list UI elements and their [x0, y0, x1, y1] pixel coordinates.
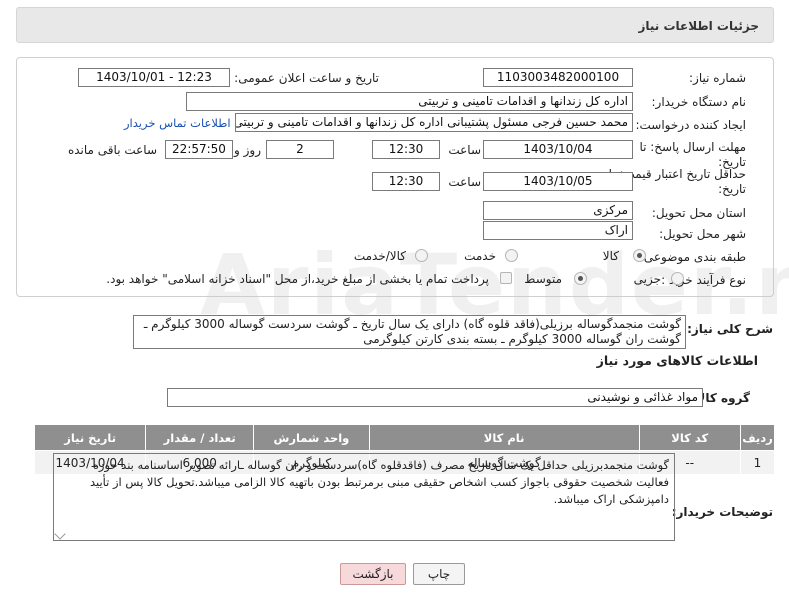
province-label: استان محل تحویل:: [651, 206, 746, 220]
col-need-date: تاریخ نیاز: [33, 424, 147, 451]
category-option-goods: کالا: [602, 249, 619, 263]
validity-time-field[interactable]: 12:30: [372, 172, 440, 191]
time-remaining-label: ساعت باقی مانده: [67, 143, 157, 157]
category-option-goods-service: کالا/خدمت: [353, 249, 406, 263]
col-code: کد کالا: [638, 424, 741, 451]
page-header: جزئیات اطلاعات نیاز: [16, 7, 774, 43]
time-remaining-field[interactable]: 22:57:50: [165, 140, 233, 159]
col-unit: واحد شمارش: [253, 424, 370, 451]
summary-line-2: گوشت ران گوساله 3000 کیلوگرم ـ بسته بندی…: [363, 332, 681, 346]
summary-textbox[interactable]: گوشت منجمدگوساله برزیلی(فاقد قلوه گاه) د…: [133, 315, 686, 349]
col-quantity: تعداد / مقدار: [145, 424, 255, 451]
summary-line-1: گوشت منجمدگوساله برزیلی(فاقد قلوه گاه) د…: [143, 317, 681, 331]
days-label: روز و: [234, 143, 261, 157]
category-radio-service[interactable]: [505, 249, 518, 262]
buyer-notes-label: توضیحات خریدار:: [671, 505, 773, 519]
category-radio-goods[interactable]: [633, 249, 646, 262]
buyer-notes-line-1: گوشت منجمدبرزیلی حداقل یک سال تاریخ مصرف…: [92, 458, 669, 472]
buyer-notes-textbox[interactable]: گوشت منجمدبرزیلی حداقل یک سال تاریخ مصرف…: [53, 453, 675, 541]
cell-row: 1: [739, 450, 776, 475]
city-label: شهر محل تحویل:: [659, 227, 746, 241]
need-number-field[interactable]: 1103003482000100: [483, 68, 633, 87]
print-button[interactable]: چاپ: [413, 563, 465, 585]
deadline-label: مهلت ارسال پاسخ: تا: [639, 140, 746, 154]
creator-label: ایجاد کننده درخواست:: [635, 118, 746, 132]
items-table-header: ردیف کد کالا نام کالا واحد شمارش تعداد /…: [33, 424, 776, 451]
summary-label: شرح کلی نیاز:: [687, 322, 773, 336]
treasury-payment-note: پرداخت تمام یا بخشی از مبلغ خرید،از محل …: [106, 272, 489, 286]
process-option-minor: جزیی: [633, 272, 661, 286]
buyer-org-label: نام دستگاه خریدار:: [651, 95, 747, 109]
buyer-org-field[interactable]: اداره کل زندانها و اقدامات تامینی و تربی…: [186, 92, 633, 111]
contact-info-link[interactable]: اطلاعات تماس خریدار: [124, 116, 231, 130]
treasury-payment-checkbox[interactable]: [500, 272, 512, 284]
validity-date-field[interactable]: 1403/10/05: [483, 172, 633, 191]
back-button[interactable]: بازگشت: [340, 563, 406, 585]
category-option-service: خدمت: [464, 249, 496, 263]
items-section-title: اطلاعات کالاهای مورد نیاز: [596, 353, 758, 368]
process-option-medium: متوسط: [524, 272, 562, 286]
deadline-time-label: ساعت: [448, 143, 481, 157]
announce-label: تاریخ و ساعت اعلان عمومی:: [234, 71, 379, 85]
col-row: ردیف: [739, 424, 776, 451]
process-radio-minor[interactable]: [671, 272, 684, 285]
validity-time-label: ساعت: [448, 175, 481, 189]
page-title: جزئیات اطلاعات نیاز: [638, 19, 759, 33]
category-radio-goods-service[interactable]: [415, 249, 428, 262]
buyer-notes-line-3: دامپزشکی اراک میباشد.: [553, 492, 669, 506]
need-number-label: شماره نیاز:: [689, 71, 746, 85]
process-radio-medium[interactable]: [574, 272, 587, 285]
group-field[interactable]: مواد غذائی و نوشیدنی: [167, 388, 703, 407]
city-field[interactable]: اراک: [483, 221, 633, 240]
category-label: طبقه بندی موضوعی:: [639, 250, 746, 264]
col-name: نام کالا: [368, 424, 640, 451]
deadline-date-field[interactable]: 1403/10/04: [483, 140, 633, 159]
creator-field[interactable]: محمد حسین فرجی مسئول پشتیبانی اداره کل ز…: [235, 113, 633, 132]
deadline-time-field[interactable]: 12:30: [372, 140, 440, 159]
announce-field[interactable]: 1403/10/01 - 12:23: [78, 68, 230, 87]
buyer-notes-line-2: فعالیت شخصیت حقوقی باجواز کسب اشخاص حقیق…: [89, 475, 669, 489]
validity-label-date: تاریخ:: [718, 182, 746, 196]
days-remaining-field[interactable]: 2: [266, 140, 334, 159]
province-field[interactable]: مرکزی: [483, 201, 633, 220]
